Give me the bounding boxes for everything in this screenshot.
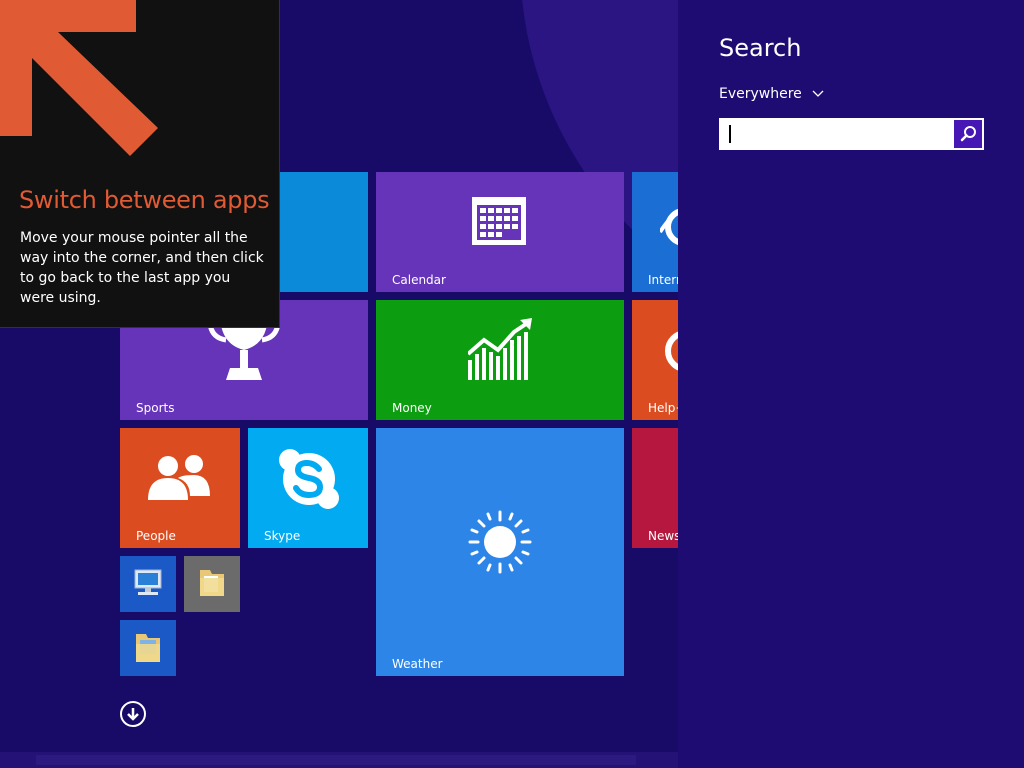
- tile-money[interactable]: Money: [376, 300, 624, 420]
- search-scope-label: Everywhere: [719, 86, 802, 102]
- sun-icon: [468, 510, 532, 574]
- scrollbar-thumb[interactable]: [36, 755, 636, 765]
- tile-label: Help+: [648, 401, 678, 415]
- tile-skype[interactable]: Skype: [248, 428, 368, 548]
- tile-help-tips[interactable]: Help+: [632, 300, 678, 420]
- computer-icon: [134, 569, 162, 595]
- tile-label: Skype: [264, 529, 301, 543]
- tile-weather[interactable]: Weather: [376, 428, 624, 676]
- search-scope-dropdown[interactable]: Everywhere: [719, 86, 824, 102]
- skype-icon: [279, 449, 339, 509]
- internet-explorer-icon: [660, 208, 678, 246]
- file-explorer-icon: [136, 634, 160, 662]
- search-button[interactable]: [954, 120, 982, 148]
- tile-label: Money: [392, 401, 432, 415]
- tile-label: Weather: [392, 657, 443, 671]
- tile-file-explorer[interactable]: [120, 620, 176, 676]
- corner-arrow-icon: [0, 0, 158, 156]
- search-charm-panel: Search Everywhere: [678, 0, 1024, 768]
- all-apps-button[interactable]: [120, 701, 146, 727]
- calendar-icon: [472, 197, 526, 245]
- folder-icon: [200, 570, 224, 596]
- horizontal-scrollbar[interactable]: [0, 752, 678, 768]
- people-icon: [148, 455, 210, 500]
- switch-apps-tip: Switch between apps Move your mouse poin…: [0, 0, 280, 328]
- tile-news[interactable]: News: [632, 428, 678, 548]
- search-icon: [960, 126, 976, 142]
- tile-desktop[interactable]: [120, 556, 176, 612]
- search-box: [719, 118, 984, 150]
- tile-label: Intern: [648, 273, 678, 287]
- tile-calendar[interactable]: Calendar: [376, 172, 624, 292]
- chevron-down-icon: [812, 90, 824, 97]
- tile-label: News: [648, 529, 678, 543]
- tile-label: Calendar: [392, 273, 446, 287]
- stock-chart-icon: [468, 318, 532, 380]
- down-arrow-icon: [127, 708, 139, 721]
- search-title: Search: [719, 34, 802, 62]
- tip-title: Switch between apps: [19, 186, 270, 214]
- tile-label: People: [136, 529, 176, 543]
- text-cursor: [729, 125, 731, 143]
- help-icon: [665, 331, 678, 371]
- tile-internet-explorer[interactable]: Intern: [632, 172, 678, 292]
- search-input[interactable]: [719, 118, 952, 150]
- tip-body: Move your mouse pointer all the way into…: [20, 230, 264, 306]
- tile-label: Sports: [136, 401, 175, 415]
- tile-people[interactable]: People: [120, 428, 240, 548]
- tile-folder[interactable]: [184, 556, 240, 612]
